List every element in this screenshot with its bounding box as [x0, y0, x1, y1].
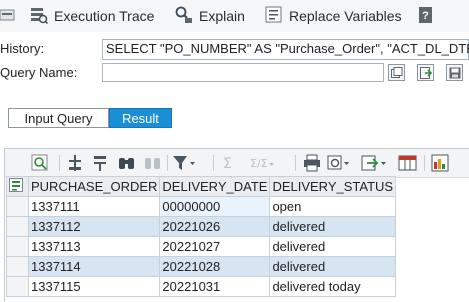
row-selector[interactable] [6, 196, 29, 217]
copy-button[interactable] [388, 64, 405, 81]
cell-delivery-date[interactable]: 20221031 [159, 276, 271, 297]
cell-delivery-date[interactable]: 20221026 [159, 216, 271, 237]
explain-icon [175, 6, 193, 27]
save-query-button[interactable] [446, 64, 463, 81]
find-icon[interactable] [118, 154, 136, 172]
table-row[interactable]: 1337111 00000000 open [6, 196, 397, 217]
cell-delivery-status[interactable]: open [269, 196, 397, 217]
row-selector[interactable] [6, 236, 29, 257]
cell-delivery-date[interactable]: 20221028 [159, 256, 271, 277]
print-icon[interactable] [303, 154, 321, 172]
table-row[interactable]: 1337115 20221031 delivered today [6, 276, 397, 297]
load-icon [420, 67, 433, 82]
tab-input-query[interactable]: Input Query [8, 108, 109, 128]
cell-delivery-status[interactable]: delivered [269, 256, 397, 277]
select-all-icon [9, 178, 23, 195]
cell-purchase-order[interactable]: 1337115 [27, 276, 161, 297]
help-button[interactable]: ? [418, 4, 434, 28]
execution-trace-button[interactable]: Execution Trace [30, 4, 154, 28]
result-table: PURCHASE_ORDER DELIVERY_DATE DELIVERY_ST… [6, 176, 397, 297]
column-header-purchase-order[interactable]: PURCHASE_ORDER [27, 176, 161, 197]
svg-text:?: ? [422, 10, 429, 22]
history-label: History: [0, 41, 45, 56]
cell-delivery-date[interactable]: 20221027 [159, 236, 271, 257]
row-selector[interactable] [6, 276, 29, 297]
find-next-icon [144, 154, 162, 172]
table-header-row: PURCHASE_ORDER DELIVERY_DATE DELIVERY_ST… [6, 176, 397, 197]
replace-variables-label: Replace Variables [289, 8, 402, 24]
table-row[interactable]: 1337112 20221026 delivered [6, 216, 397, 237]
cell-delivery-date[interactable]: 00000000 [159, 196, 271, 217]
column-header-delivery-date[interactable]: DELIVERY_DATE [159, 176, 271, 197]
copy-icon [391, 67, 403, 82]
toolbar-first-button[interactable] [0, 4, 16, 28]
details-icon[interactable] [31, 154, 49, 172]
table-row[interactable]: 1337113 20221027 delivered [6, 236, 397, 257]
select-all-cell[interactable] [6, 176, 29, 197]
layout-icon[interactable] [398, 154, 418, 172]
cell-purchase-order[interactable]: 1337112 [27, 216, 161, 237]
cell-delivery-status[interactable]: delivered [269, 236, 397, 257]
cell-purchase-order[interactable]: 1337114 [27, 256, 161, 277]
grid-toolbar: Σ Σ/Σ [5, 149, 469, 178]
tab-result[interactable]: Result [109, 108, 172, 128]
save-icon [449, 67, 461, 82]
svg-text:Σ: Σ [223, 156, 232, 172]
filter-icon[interactable] [172, 154, 196, 172]
execution-trace-label: Execution Trace [54, 8, 155, 24]
replace-variables-icon [265, 6, 283, 27]
cell-delivery-status[interactable]: delivered [269, 216, 397, 237]
replace-variables-button[interactable]: Replace Variables [265, 4, 402, 28]
cell-purchase-order[interactable]: 1337111 [27, 196, 161, 217]
svg-text:Σ/Σ: Σ/Σ [250, 157, 268, 170]
explain-label: Explain [199, 8, 245, 24]
history-value: SELECT "PO_NUMBER" AS "Purchase_Order", … [106, 41, 469, 56]
load-query-button[interactable] [417, 64, 434, 81]
sort-ascending-icon[interactable] [67, 154, 83, 172]
sort-descending-icon[interactable] [92, 154, 108, 172]
column-header-delivery-status[interactable]: DELIVERY_STATUS [269, 176, 397, 197]
execution-trace-icon [30, 6, 49, 27]
graphic-icon[interactable] [431, 154, 449, 172]
query-name-label: Query Name: [0, 65, 78, 80]
cell-delivery-status[interactable]: delivered today [269, 276, 397, 297]
cell-purchase-order[interactable]: 1337113 [27, 236, 161, 257]
export-icon[interactable] [361, 154, 389, 172]
query-name-input[interactable] [102, 63, 384, 82]
row-selector[interactable] [6, 216, 29, 237]
views-icon[interactable] [327, 154, 351, 172]
subtotal-icon: Σ/Σ [249, 154, 275, 172]
help-icon: ? [418, 6, 434, 27]
sum-icon: Σ [220, 154, 236, 172]
table-row[interactable]: 1337114 20221028 delivered [6, 256, 397, 277]
tool-icon [0, 6, 16, 27]
row-selector[interactable] [6, 256, 29, 277]
explain-button[interactable]: Explain [175, 4, 245, 28]
